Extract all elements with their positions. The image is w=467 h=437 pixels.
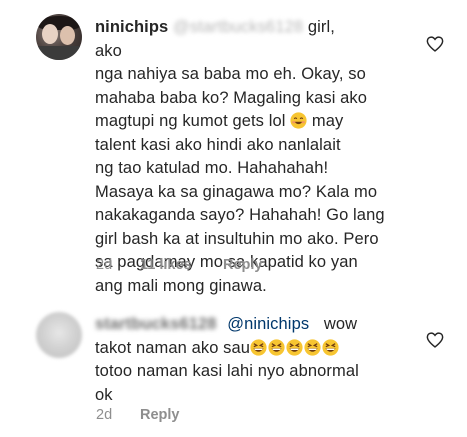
comment-meta: 2d 11 likes Reply bbox=[96, 257, 263, 273]
comment-line: ng tao katulad mo. Hahahahah! bbox=[95, 157, 415, 181]
comment-line-text: Masaya ka sa ginagawa mo? Kala mo bbox=[95, 182, 378, 201]
comment-line: girl bash ka at insultuhin mo ako. Pero bbox=[95, 228, 415, 252]
comment-line: ninichips @startbucks6128 girl, bbox=[95, 16, 415, 40]
comment-line-text: nga nahiya sa baba mo eh. Okay, so bbox=[95, 65, 366, 83]
comment-line-text: ng tao katulad mo. Hahahahah! bbox=[95, 159, 329, 177]
comment-line-text: totoo naman kasi lahi nyo abnormal bbox=[95, 362, 359, 380]
comment-text: ninichips @startbucks6128 girl, ako nga … bbox=[95, 16, 415, 298]
comment-line-text: girl, bbox=[307, 18, 335, 36]
avatar[interactable] bbox=[36, 312, 82, 358]
comment-line-text: takot naman ako sau bbox=[95, 338, 251, 357]
comment-meta: 2d Reply bbox=[96, 407, 180, 423]
avatar[interactable] bbox=[36, 14, 82, 60]
grinning-squinting-face-emoji bbox=[250, 338, 267, 356]
comment-line: nakakaganda sayo? Hahahah! Go lang bbox=[95, 204, 415, 228]
comment-line: totoo naman kasi lahi nyo abnormal bbox=[95, 360, 415, 384]
comment-line-text: girl bash ka at insultuhin mo ako. Pero bbox=[95, 229, 379, 248]
comment-line: takot naman ako sau bbox=[95, 337, 415, 361]
heart-outline-icon[interactable] bbox=[426, 332, 444, 348]
comment-line: nga nahiya sa baba mo eh. Okay, so bbox=[95, 63, 415, 87]
comment-line-text: ok bbox=[95, 385, 113, 404]
mention-link[interactable]: @startbucks6128 bbox=[173, 18, 303, 36]
comment-username[interactable]: ninichips bbox=[95, 18, 168, 36]
grinning-squinting-face-emoji bbox=[322, 338, 339, 356]
comment-line: mahaba baba ko? Magaling kasi ako bbox=[95, 87, 415, 111]
comment-line-text: wow bbox=[323, 315, 358, 333]
comment-line-text: ako bbox=[95, 41, 122, 60]
reply-button[interactable]: Reply bbox=[223, 257, 263, 273]
comment-line: ang mali mong ginawa. bbox=[95, 275, 415, 299]
comment-username[interactable]: startbucks6128 bbox=[95, 315, 217, 333]
comment-item: ninichips @startbucks6128 girl, ako nga … bbox=[0, 0, 467, 295]
smiling-squinting-face-emoji bbox=[290, 112, 307, 129]
likes-count[interactable]: 11 likes bbox=[140, 257, 223, 273]
comment-line: ok bbox=[95, 384, 415, 408]
mention-link[interactable]: @ninichips bbox=[227, 315, 309, 333]
comment-line-text: nakakaganda sayo? Hahahah! Go lang bbox=[95, 206, 385, 224]
emoji-row bbox=[250, 338, 339, 357]
comment-line-text: mahaba baba ko? Magaling kasi ako bbox=[95, 88, 368, 107]
comment-line-text: magtupi ng kumot gets lol bbox=[95, 112, 286, 130]
heart-outline-icon[interactable] bbox=[426, 36, 444, 52]
comment-text: startbucks6128 @ninichips wow takot nama… bbox=[95, 313, 415, 407]
comment-timestamp: 2d bbox=[96, 407, 113, 423]
grinning-squinting-face-emoji bbox=[304, 338, 321, 356]
comment-item: startbucks6128 @ninichips wow takot nama… bbox=[0, 300, 467, 437]
comment-line: ako bbox=[95, 40, 415, 64]
comment-line-text: talent kasi ako hindi ako nanlalait bbox=[95, 135, 341, 154]
grinning-squinting-face-emoji bbox=[268, 338, 285, 356]
comment-line-text: ang mali mong ginawa. bbox=[95, 276, 267, 295]
comment-timestamp: 2d bbox=[96, 257, 113, 273]
grinning-squinting-face-emoji bbox=[286, 338, 303, 356]
comment-line: startbucks6128 @ninichips wow bbox=[95, 313, 415, 337]
reply-button[interactable]: Reply bbox=[140, 407, 180, 423]
comment-line: magtupi ng kumot gets lol may bbox=[95, 110, 415, 134]
comment-line: Masaya ka sa ginagawa mo? Kala mo bbox=[95, 181, 415, 205]
comment-line-text: may bbox=[311, 112, 344, 130]
comment-line: talent kasi ako hindi ako nanlalait bbox=[95, 134, 415, 158]
